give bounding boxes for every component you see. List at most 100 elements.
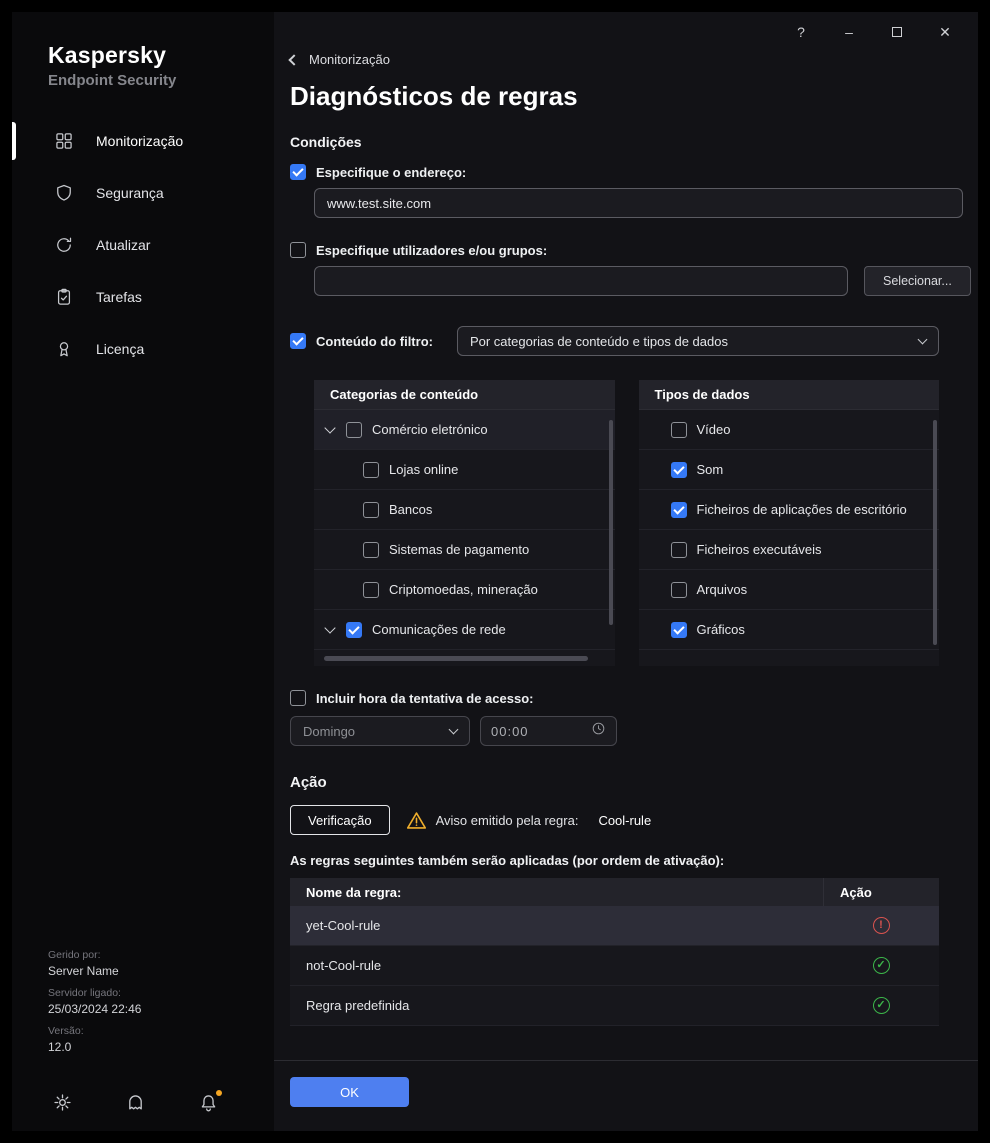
triggered-rule-name: Cool-rule: [598, 812, 652, 828]
address-checkbox[interactable]: [290, 164, 306, 180]
time-condition-row: Incluir hora da tentativa de acesso:: [290, 690, 939, 706]
data-type-row[interactable]: Vídeo: [638, 410, 939, 450]
categories-panel-title: Categorias de conteúdo: [314, 380, 615, 410]
filter-panels: Categorias de conteúdo Comércio eletróni…: [314, 380, 939, 666]
warning-text: Aviso emitido pela regra:: [435, 812, 579, 828]
select-users-button[interactable]: Selecionar...: [864, 266, 971, 296]
notification-badge: [216, 1090, 222, 1096]
data-type-row[interactable]: Gráficos: [638, 610, 939, 650]
users-checkbox[interactable]: [290, 242, 306, 258]
users-input[interactable]: [314, 266, 848, 296]
sidebar-item-monitorizacao[interactable]: Monitorização: [12, 115, 274, 167]
support-icon[interactable]: [125, 1092, 146, 1113]
category-row[interactable]: Lojas online: [314, 450, 615, 490]
grid-icon: [54, 131, 74, 151]
category-checkbox[interactable]: [346, 621, 362, 638]
category-checkbox[interactable]: [363, 501, 379, 518]
chevron-down-icon: [917, 334, 928, 345]
category-checkbox[interactable]: [363, 581, 379, 598]
time-checkbox[interactable]: [290, 690, 306, 706]
sidebar-item-label: Tarefas: [96, 289, 142, 305]
close-button[interactable]: ✕: [932, 19, 958, 45]
users-label: Especifique utilizadores e/ou grupos:: [316, 242, 548, 258]
data-type-row[interactable]: Som: [638, 450, 939, 490]
category-checkbox[interactable]: [346, 421, 362, 438]
clock-icon: [591, 721, 606, 741]
applied-rules-label: As regras seguintes também serão aplicad…: [290, 853, 725, 868]
action-section-label: Ação: [290, 774, 327, 791]
category-label: Comunicações de rede: [372, 622, 506, 637]
notifications-bell-icon[interactable]: [198, 1090, 222, 1113]
window-titlebar: ? – ✕: [768, 12, 978, 52]
data-type-checkbox[interactable]: [670, 461, 687, 478]
data-type-row[interactable]: Ficheiros executáveis: [638, 530, 939, 570]
sidebar-item-label: Segurança: [96, 185, 164, 201]
category-row[interactable]: Criptomoedas, mineração: [314, 570, 615, 610]
category-checkbox[interactable]: [363, 461, 379, 478]
data-type-checkbox[interactable]: [670, 581, 687, 598]
horizontal-scrollbar[interactable]: [324, 656, 589, 661]
users-condition-row: Especifique utilizadores e/ou grupos:: [290, 242, 939, 258]
chevron-down-icon[interactable]: [324, 621, 336, 634]
data-type-checkbox[interactable]: [670, 541, 687, 558]
sidebar-footer: Gerido por: Server Name Servidor ligado:…: [12, 940, 274, 1131]
sidebar: Kaspersky Endpoint Security Monitorizaçã…: [12, 12, 274, 1131]
app-logo: Kaspersky Endpoint Security: [12, 12, 274, 89]
sidebar-item-licenca[interactable]: Licença: [12, 323, 274, 375]
data-types-panel-title: Tipos de dados: [638, 380, 939, 410]
chevron-down-icon[interactable]: [324, 421, 336, 434]
day-select[interactable]: Domingo: [290, 716, 470, 746]
category-row[interactable]: Bancos: [314, 490, 615, 530]
data-type-label: Arquivos: [696, 582, 748, 597]
settings-gear-icon[interactable]: [52, 1092, 73, 1113]
category-row[interactable]: Comércio eletrónico: [314, 410, 615, 450]
category-label: Criptomoedas, mineração: [389, 582, 538, 597]
sidebar-item-label: Licença: [96, 341, 145, 357]
sidebar-item-atualizar[interactable]: Atualizar: [12, 219, 274, 271]
shield-icon: [54, 183, 74, 203]
rule-status-icon: [872, 997, 890, 1014]
vertical-scrollbar[interactable]: [933, 420, 937, 645]
page-title: Diagnósticos de regras: [290, 81, 578, 111]
sidebar-item-label: Monitorização: [96, 133, 184, 149]
categories-panel: Categorias de conteúdo Comércio eletróni…: [314, 380, 615, 666]
data-type-checkbox[interactable]: [670, 501, 687, 518]
filter-type-select[interactable]: Por categorias de conteúdo e tipos de da…: [456, 326, 939, 356]
help-button[interactable]: ?: [788, 19, 814, 45]
managed-by-label: Gerido por:: [48, 949, 101, 961]
version-value: 12.0: [48, 1040, 72, 1054]
time-input[interactable]: 00:00: [480, 716, 617, 746]
category-label: Comércio eletrónico: [372, 422, 488, 437]
filter-checkbox[interactable]: [290, 333, 306, 349]
action-row: Verificação Aviso emitido pela regra: Co…: [290, 805, 939, 835]
rules-table: Nome da regra: Ação yet-Cool-rule not-Co…: [290, 878, 939, 1026]
footer-icons: [48, 1090, 274, 1113]
category-row[interactable]: Sistemas de pagamento: [314, 530, 615, 570]
sidebar-item-tarefas[interactable]: Tarefas: [12, 271, 274, 323]
table-row[interactable]: not-Cool-rule: [290, 946, 939, 986]
maximize-button[interactable]: [884, 19, 910, 45]
data-type-label: Vídeo: [696, 422, 731, 437]
sidebar-item-seguranca[interactable]: Segurança: [12, 167, 274, 219]
data-type-row[interactable]: Ficheiros de aplicações de escritório: [638, 490, 939, 530]
server-label: Servidor ligado:: [48, 987, 121, 999]
data-type-row[interactable]: Arquivos: [638, 570, 939, 610]
minimize-button[interactable]: –: [836, 19, 862, 45]
data-type-checkbox[interactable]: [670, 621, 687, 638]
brand-product: Endpoint Security: [48, 72, 177, 89]
ok-button[interactable]: OK: [290, 1077, 409, 1107]
verification-button[interactable]: Verificação: [290, 805, 390, 835]
category-checkbox[interactable]: [363, 541, 379, 558]
category-row[interactable]: Comunicações de rede: [314, 610, 615, 650]
tasks-icon: [54, 287, 74, 307]
rule-name-cell: Regra predefinida: [306, 998, 410, 1013]
data-type-label: Ficheiros executáveis: [696, 542, 822, 557]
data-type-checkbox[interactable]: [670, 421, 687, 438]
table-row[interactable]: Regra predefinida: [290, 986, 939, 1026]
table-row[interactable]: yet-Cool-rule: [290, 906, 939, 946]
time-controls: Domingo 00:00: [290, 716, 939, 746]
rule-status-icon: [872, 957, 890, 974]
address-input[interactable]: [314, 188, 963, 218]
vertical-scrollbar[interactable]: [608, 420, 613, 625]
breadcrumb-back[interactable]: Monitorização: [288, 52, 390, 67]
